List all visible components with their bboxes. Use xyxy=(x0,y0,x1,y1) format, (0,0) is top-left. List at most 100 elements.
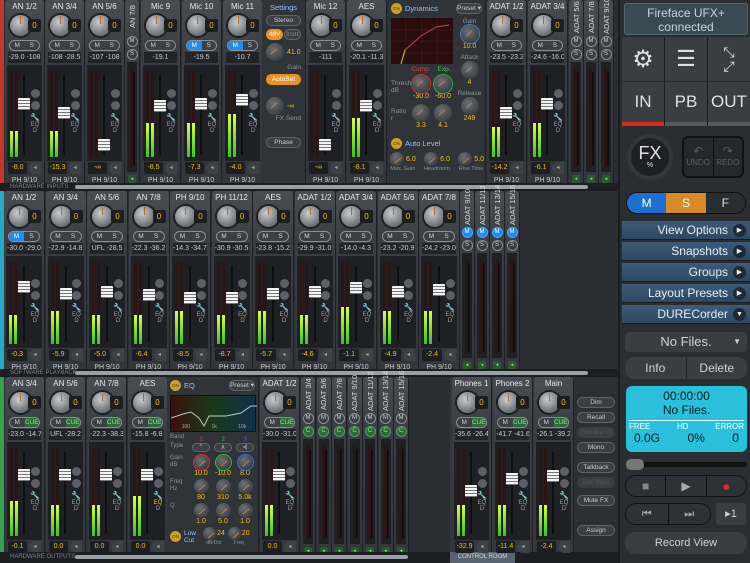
dynamics-button[interactable]: D xyxy=(30,318,40,324)
channel-expand-icon[interactable]: ◂ xyxy=(478,361,486,369)
channel-expand-icon[interactable]: ◂ xyxy=(361,349,373,361)
trim-button[interactable] xyxy=(31,291,40,300)
dynamics-on-button[interactable]: ON xyxy=(391,3,402,14)
settings-wrench-icon[interactable]: 🔧 xyxy=(238,303,248,312)
channel-expand-icon[interactable]: ◂ xyxy=(320,349,332,361)
dynamics-button[interactable]: D xyxy=(71,506,81,512)
fast-forward-icon[interactable]: ⏭ xyxy=(669,504,711,524)
width-knob[interactable] xyxy=(560,467,569,476)
dynamics-button[interactable]: D xyxy=(196,318,206,324)
dynamics-button[interactable]: D xyxy=(445,318,455,324)
info-button[interactable]: Info xyxy=(625,357,687,379)
solo-button[interactable]: S xyxy=(243,41,258,50)
width-knob[interactable] xyxy=(446,279,455,288)
solo-button[interactable]: S xyxy=(398,232,413,241)
tab-in[interactable]: IN xyxy=(622,82,664,126)
settings-wrench-icon[interactable]: 🔧 xyxy=(30,303,40,312)
cue-button[interactable]: C xyxy=(365,426,376,437)
menu-item-layout-presets[interactable]: Layout Presets▶ xyxy=(622,284,750,303)
fader-handle[interactable] xyxy=(18,98,30,110)
width-knob[interactable] xyxy=(513,89,522,98)
mute-button[interactable]: M xyxy=(498,418,513,427)
channel-expand-icon[interactable]: ◂ xyxy=(71,349,83,361)
trim-button[interactable] xyxy=(31,479,40,488)
fader-handle[interactable] xyxy=(60,288,72,300)
fader-handle[interactable] xyxy=(141,469,153,481)
width-knob[interactable] xyxy=(554,89,563,98)
width-knob[interactable] xyxy=(286,467,295,476)
mute-button[interactable]: M xyxy=(133,418,148,427)
solo-button[interactable]: S xyxy=(462,240,473,251)
dynamics-button[interactable]: D xyxy=(279,318,289,324)
trim-button[interactable] xyxy=(167,101,176,110)
mute-button[interactable]: M xyxy=(265,418,280,427)
control-room-button-ext-input[interactable]: Ext. Input xyxy=(577,477,615,488)
fader-handle[interactable] xyxy=(360,100,372,112)
dynamics-button[interactable]: D xyxy=(72,318,82,324)
mute-button[interactable]: M xyxy=(396,413,407,424)
settings-wrench-icon[interactable]: 🔧 xyxy=(285,491,295,500)
dynamics-button[interactable]: D xyxy=(207,128,217,134)
q-knob[interactable] xyxy=(216,503,231,518)
channel-expand-icon[interactable]: ◂ xyxy=(587,175,595,183)
trim-button[interactable] xyxy=(513,101,522,110)
assign-dropdown[interactable]: Assign xyxy=(577,525,615,536)
dynamics-button[interactable]: D xyxy=(166,128,176,134)
trim-button[interactable] xyxy=(113,479,122,488)
channel-expand-icon[interactable]: ◂ xyxy=(154,349,166,361)
q-knob[interactable] xyxy=(194,503,209,518)
tab-out[interactable]: OUT xyxy=(708,82,750,126)
mute-button[interactable]: M xyxy=(187,41,202,50)
undo-button[interactable]: ↶UNDO xyxy=(684,138,714,176)
control-room-button-recall[interactable]: Recall xyxy=(577,412,615,423)
mute-button[interactable]: M xyxy=(365,413,376,424)
channel-expand-icon[interactable]: ◂ xyxy=(371,162,383,174)
mute-button[interactable]: M xyxy=(352,41,367,50)
channel-expand-icon[interactable]: ◂ xyxy=(517,541,529,553)
dynamics-button[interactable]: D xyxy=(362,318,372,324)
mute-button[interactable]: M xyxy=(341,232,356,241)
solo-button[interactable]: S xyxy=(477,240,488,251)
settings-wrench-icon[interactable]: 🔧 xyxy=(372,113,382,122)
dynamics-button[interactable]: D xyxy=(518,506,528,512)
solo-button[interactable]: S xyxy=(571,49,582,60)
settings-wrench-icon[interactable]: 🔧 xyxy=(70,113,80,122)
record-view-button[interactable]: Record View xyxy=(625,532,747,554)
channel-expand-icon[interactable]: ◂ xyxy=(558,541,570,553)
dyn-gain-knob[interactable] xyxy=(461,25,479,43)
fader-handle[interactable] xyxy=(500,107,512,119)
pan-knob[interactable] xyxy=(92,206,113,227)
cue-button[interactable]: CUE xyxy=(25,418,40,427)
fader-handle[interactable] xyxy=(309,286,321,298)
channel-expand-icon[interactable]: ◂ xyxy=(69,162,81,174)
low-cut-on-button[interactable]: ON xyxy=(170,531,181,542)
mute-button[interactable]: M xyxy=(51,232,66,241)
mute-button[interactable]: M xyxy=(492,41,507,50)
pan-knob[interactable] xyxy=(9,206,30,227)
mute-button[interactable]: M xyxy=(217,232,232,241)
slope-knob[interactable] xyxy=(203,527,216,540)
cue-button[interactable]: CUE xyxy=(66,418,81,427)
exp-thresh-knob[interactable] xyxy=(434,75,452,93)
trim-button[interactable] xyxy=(31,101,40,110)
solo-button[interactable]: S xyxy=(105,41,120,50)
mute-button[interactable]: M xyxy=(134,232,149,241)
solo-button[interactable]: S xyxy=(190,232,205,241)
control-room-button-dim[interactable]: Dim xyxy=(577,397,615,408)
mute-mode-button[interactable]: M xyxy=(627,193,666,213)
channel-expand-icon[interactable]: ◂ xyxy=(602,175,610,183)
mute-button[interactable]: M xyxy=(533,41,548,50)
trim-button[interactable] xyxy=(72,291,81,300)
dynamics-button[interactable]: D xyxy=(153,506,163,512)
channel-expand-icon[interactable]: ◂ xyxy=(552,162,564,174)
cue-button[interactable]: C xyxy=(303,426,314,437)
trim-button[interactable] xyxy=(114,291,123,300)
dynamics-button[interactable]: D xyxy=(238,318,248,324)
channel-expand-icon[interactable]: ◂ xyxy=(247,162,259,174)
pan-knob[interactable] xyxy=(51,206,72,227)
dynamics-button[interactable]: D xyxy=(110,128,120,134)
dynamics-button[interactable]: D xyxy=(248,128,258,134)
gain-knob[interactable] xyxy=(216,455,231,470)
solo-button[interactable]: S xyxy=(149,232,164,241)
fader-handle[interactable] xyxy=(506,473,518,485)
